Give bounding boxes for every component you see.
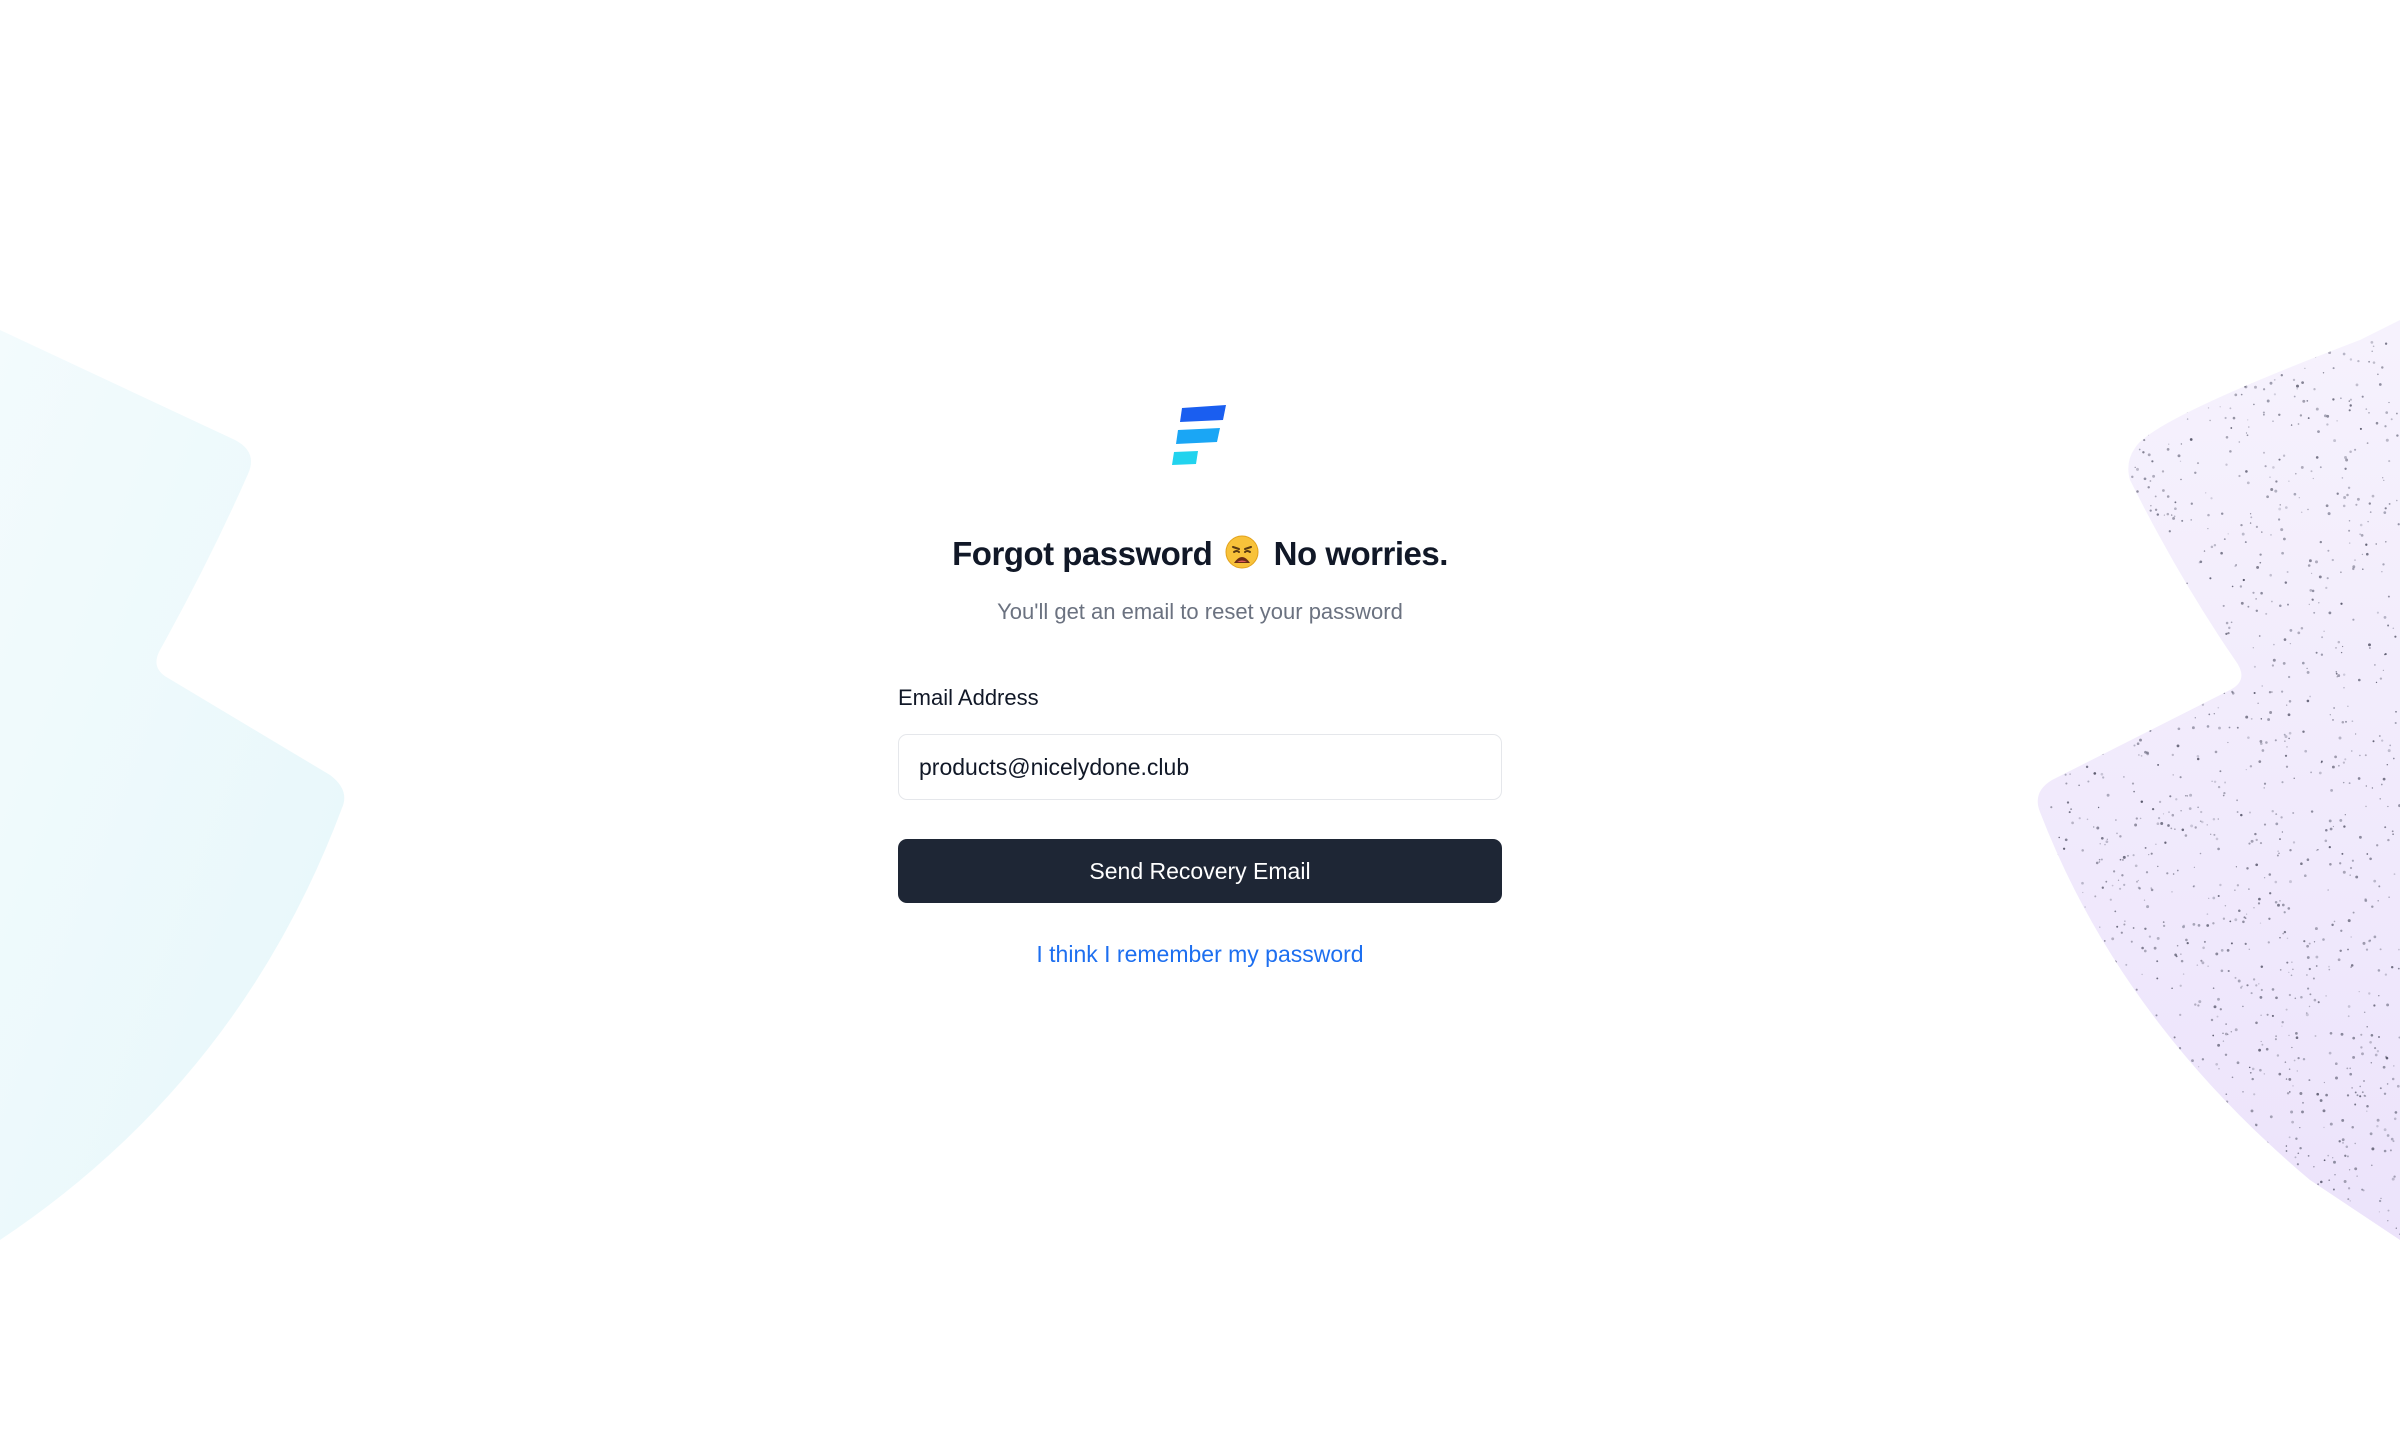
brand-logo-icon bbox=[1172, 405, 1226, 465]
title-text-after: No worries. bbox=[1273, 535, 1449, 572]
email-label: Email Address bbox=[898, 685, 1039, 710]
page-subtitle: You'll get an email to reset your passwo… bbox=[997, 599, 1403, 624]
background-shape-right bbox=[2037, 320, 2400, 1240]
email-field[interactable] bbox=[898, 734, 1502, 800]
page-title: Forgot password No worries. bbox=[898, 535, 1502, 573]
send-recovery-email-button[interactable]: Send Recovery Email bbox=[898, 839, 1502, 903]
forgot-password-page: Forgot password No worries. You'll get a… bbox=[0, 0, 2400, 1450]
weary-face-icon bbox=[1225, 535, 1259, 569]
title-text-before: Forgot password bbox=[952, 535, 1213, 572]
background-shape-left bbox=[0, 330, 345, 1240]
remember-password-link[interactable]: I think I remember my password bbox=[898, 941, 1502, 968]
